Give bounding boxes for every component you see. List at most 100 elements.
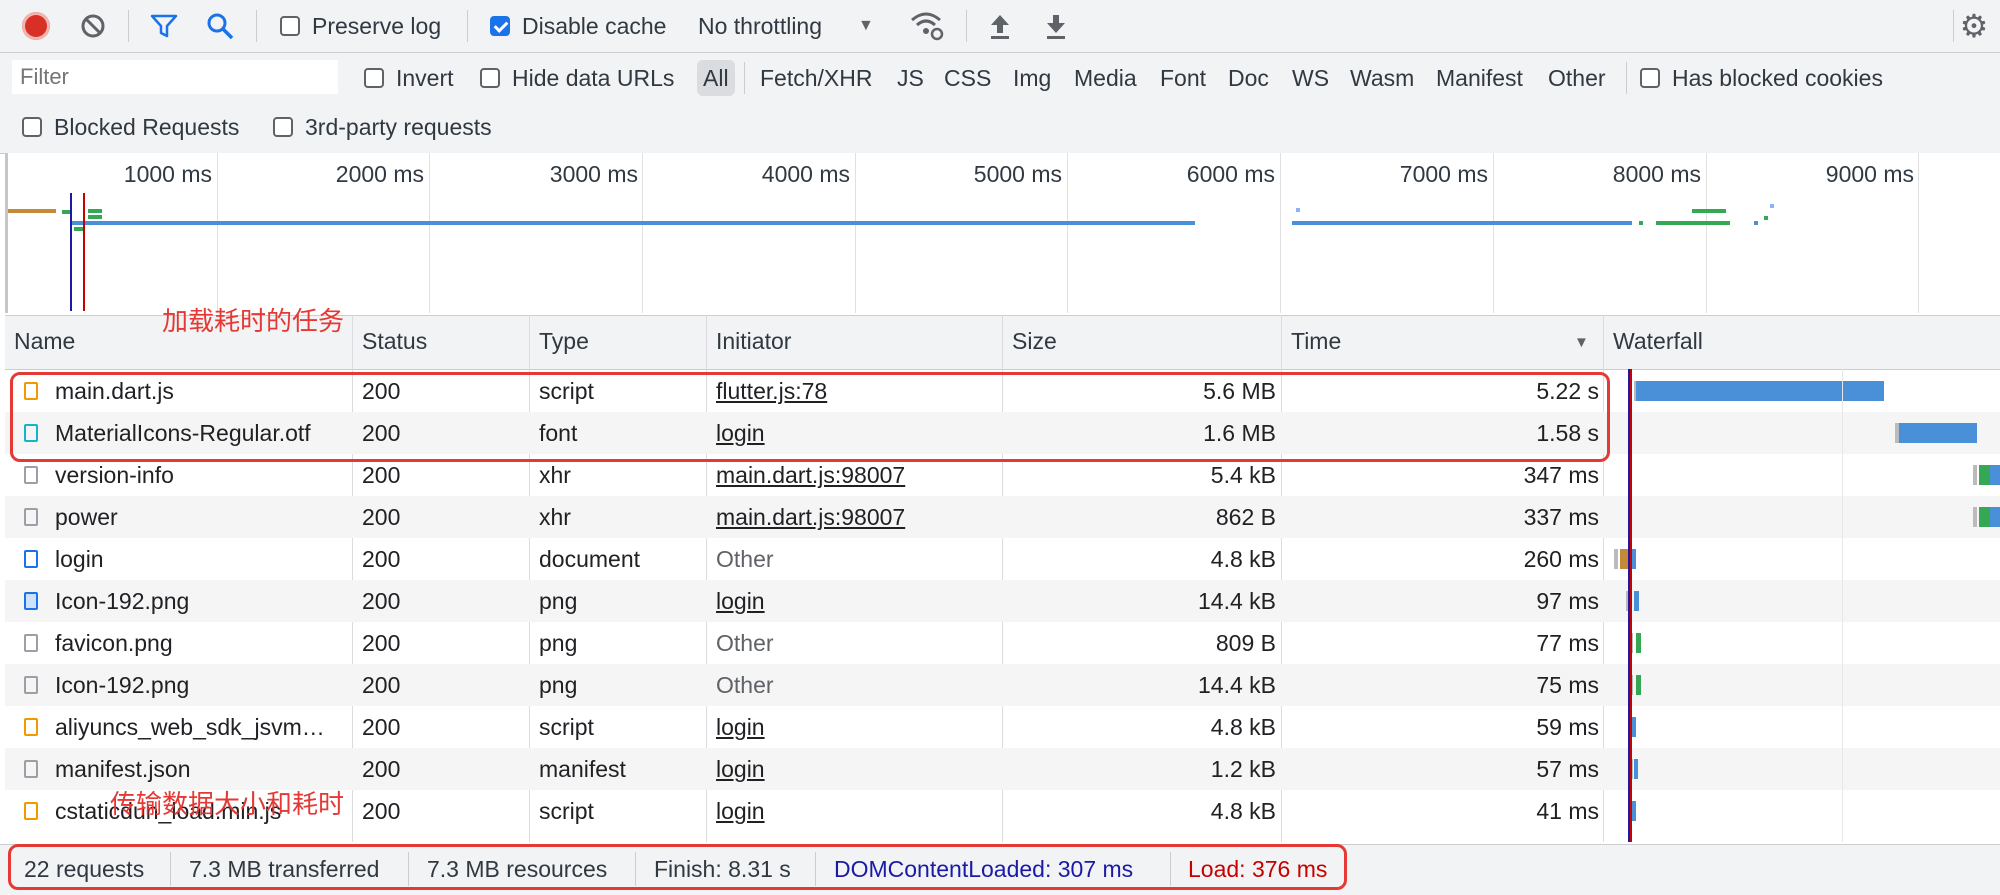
third-party-checkbox[interactable]: 3rd-party requests xyxy=(273,113,492,141)
preserve-log-box[interactable] xyxy=(280,16,300,36)
table-row[interactable]: favicon.png 200 png Other 809 B 77 ms xyxy=(5,622,2000,664)
tick-label: 6000 ms xyxy=(1186,161,1275,187)
request-size: 862 B xyxy=(1215,504,1276,530)
preserve-log-checkbox[interactable]: Preserve log xyxy=(280,12,441,40)
export-icon[interactable] xyxy=(1044,12,1068,40)
request-status: 200 xyxy=(362,504,401,530)
request-type: script xyxy=(539,714,594,740)
clear-icon[interactable] xyxy=(80,13,106,39)
disable-cache-box[interactable] xyxy=(490,16,510,36)
type-filter-all[interactable]: All xyxy=(697,60,735,96)
request-size: 809 B xyxy=(1215,630,1276,656)
sort-descending-icon: ▼ xyxy=(1574,334,1589,351)
has-blocked-cookies-box[interactable] xyxy=(1640,68,1660,88)
column-header-size[interactable]: Size xyxy=(1003,315,1280,368)
waterfall-bar xyxy=(1636,675,1641,695)
grid-line xyxy=(855,153,856,313)
column-header-status[interactable]: Status xyxy=(353,315,528,368)
request-initiator[interactable]: login xyxy=(716,748,996,790)
request-size: 14.4 kB xyxy=(1198,588,1276,614)
request-size: 4.8 kB xyxy=(1210,546,1276,572)
overview-bar xyxy=(1754,221,1758,225)
type-filter-other[interactable]: Other xyxy=(1542,60,1612,96)
highlight-box-slow-tasks xyxy=(10,372,1610,462)
gear-icon[interactable]: ⚙ xyxy=(1958,10,1990,42)
overview-bar xyxy=(1692,209,1726,213)
type-filter-css[interactable]: CSS xyxy=(938,60,997,96)
column-header-initiator[interactable]: Initiator xyxy=(707,315,1001,368)
type-filter-img[interactable]: Img xyxy=(1007,60,1057,96)
request-time: 97 ms xyxy=(1536,588,1599,614)
waterfall-bar xyxy=(1634,759,1638,779)
invert-box[interactable] xyxy=(364,68,384,88)
third-party-label: 3rd-party requests xyxy=(305,113,492,140)
request-type: xhr xyxy=(539,504,571,530)
filter-input[interactable] xyxy=(12,60,338,94)
request-time: 57 ms xyxy=(1536,756,1599,782)
table-row[interactable]: aliyuncs_web_sdk_jsvm… 200 script login 4.8 … xyxy=(5,706,2000,748)
throttling-value: No throttling xyxy=(698,12,823,39)
record-button[interactable] xyxy=(22,12,50,40)
blocked-requests-checkbox[interactable]: Blocked Requests xyxy=(22,113,239,141)
separator xyxy=(128,10,129,42)
tick-label: 3000 ms xyxy=(549,161,638,187)
throttling-select[interactable]: No throttling ▼ xyxy=(698,12,874,40)
request-type: manifest xyxy=(539,756,626,782)
column-header-type[interactable]: Type xyxy=(530,315,705,368)
request-initiator[interactable]: login xyxy=(716,790,996,832)
request-initiator[interactable]: main.dart.js:98007 xyxy=(716,496,996,538)
waterfall-bar xyxy=(1634,591,1639,611)
separator xyxy=(1953,10,1954,42)
table-row[interactable]: login 200 document Other 4.8 kB 260 ms xyxy=(5,538,2000,580)
type-filter-ws[interactable]: WS xyxy=(1286,60,1335,96)
annotation-slow-tasks: 加载耗时的任务 xyxy=(162,307,345,337)
type-filter-manifest[interactable]: Manifest xyxy=(1430,60,1529,96)
import-icon[interactable] xyxy=(988,12,1012,40)
table-row[interactable]: power 200 xhr main.dart.js:98007 862 B 337 ms xyxy=(5,496,2000,538)
has-blocked-cookies-checkbox[interactable]: Has blocked cookies xyxy=(1640,64,1883,92)
request-name: login xyxy=(55,546,104,572)
separator xyxy=(467,10,468,42)
file-icon xyxy=(24,676,38,694)
tick-label: 2000 ms xyxy=(335,161,424,187)
type-filter-js[interactable]: JS xyxy=(891,60,930,96)
type-filter-font[interactable]: Font xyxy=(1154,60,1212,96)
document-file-icon xyxy=(24,550,38,568)
type-filter-doc[interactable]: Doc xyxy=(1222,60,1275,96)
waterfall-bar xyxy=(1973,507,1977,527)
column-header-time[interactable]: Time xyxy=(1282,315,1602,368)
type-filter-fetch-xhr[interactable]: Fetch/XHR xyxy=(754,60,878,96)
hide-data-urls-box[interactable] xyxy=(480,68,500,88)
disable-cache-checkbox[interactable]: Disable cache xyxy=(490,12,666,40)
table-row[interactable]: Icon-192.png 200 png Other 14.4 kB 75 ms xyxy=(5,664,2000,706)
request-initiator[interactable]: login xyxy=(716,580,996,622)
filter-icon[interactable] xyxy=(150,13,178,39)
request-initiator: Other xyxy=(716,630,774,656)
type-filter-wasm[interactable]: Wasm xyxy=(1344,60,1420,96)
type-filter-media[interactable]: Media xyxy=(1068,60,1143,96)
request-size: 1.2 kB xyxy=(1210,756,1276,782)
request-initiator: Other xyxy=(716,546,774,572)
request-time: 337 ms xyxy=(1523,504,1599,530)
tick-label: 1000 ms xyxy=(123,161,212,187)
request-size: 4.8 kB xyxy=(1210,714,1276,740)
request-type: png xyxy=(539,672,578,698)
overview-bar xyxy=(1764,216,1768,220)
invert-checkbox[interactable]: Invert xyxy=(364,64,454,92)
separator xyxy=(256,10,257,42)
table-row[interactable]: Icon-192.png 200 png login 14.4 kB 97 ms xyxy=(5,580,2000,622)
hide-data-urls-checkbox[interactable]: Hide data URLs xyxy=(480,64,674,92)
blocked-requests-box[interactable] xyxy=(22,117,42,137)
request-size: 4.8 kB xyxy=(1210,798,1276,824)
grid-line xyxy=(1493,153,1494,313)
file-icon xyxy=(24,634,38,652)
load-marker xyxy=(83,193,85,311)
request-initiator[interactable]: login xyxy=(716,706,996,748)
search-icon[interactable] xyxy=(206,12,234,40)
tick-label: 7000 ms xyxy=(1399,161,1488,187)
network-conditions-icon[interactable] xyxy=(910,10,944,42)
tick-label: 9000 ms xyxy=(1825,161,1914,187)
third-party-box[interactable] xyxy=(273,117,293,137)
column-header-waterfall[interactable]: Waterfall xyxy=(1604,315,2000,368)
request-type: png xyxy=(539,630,578,656)
